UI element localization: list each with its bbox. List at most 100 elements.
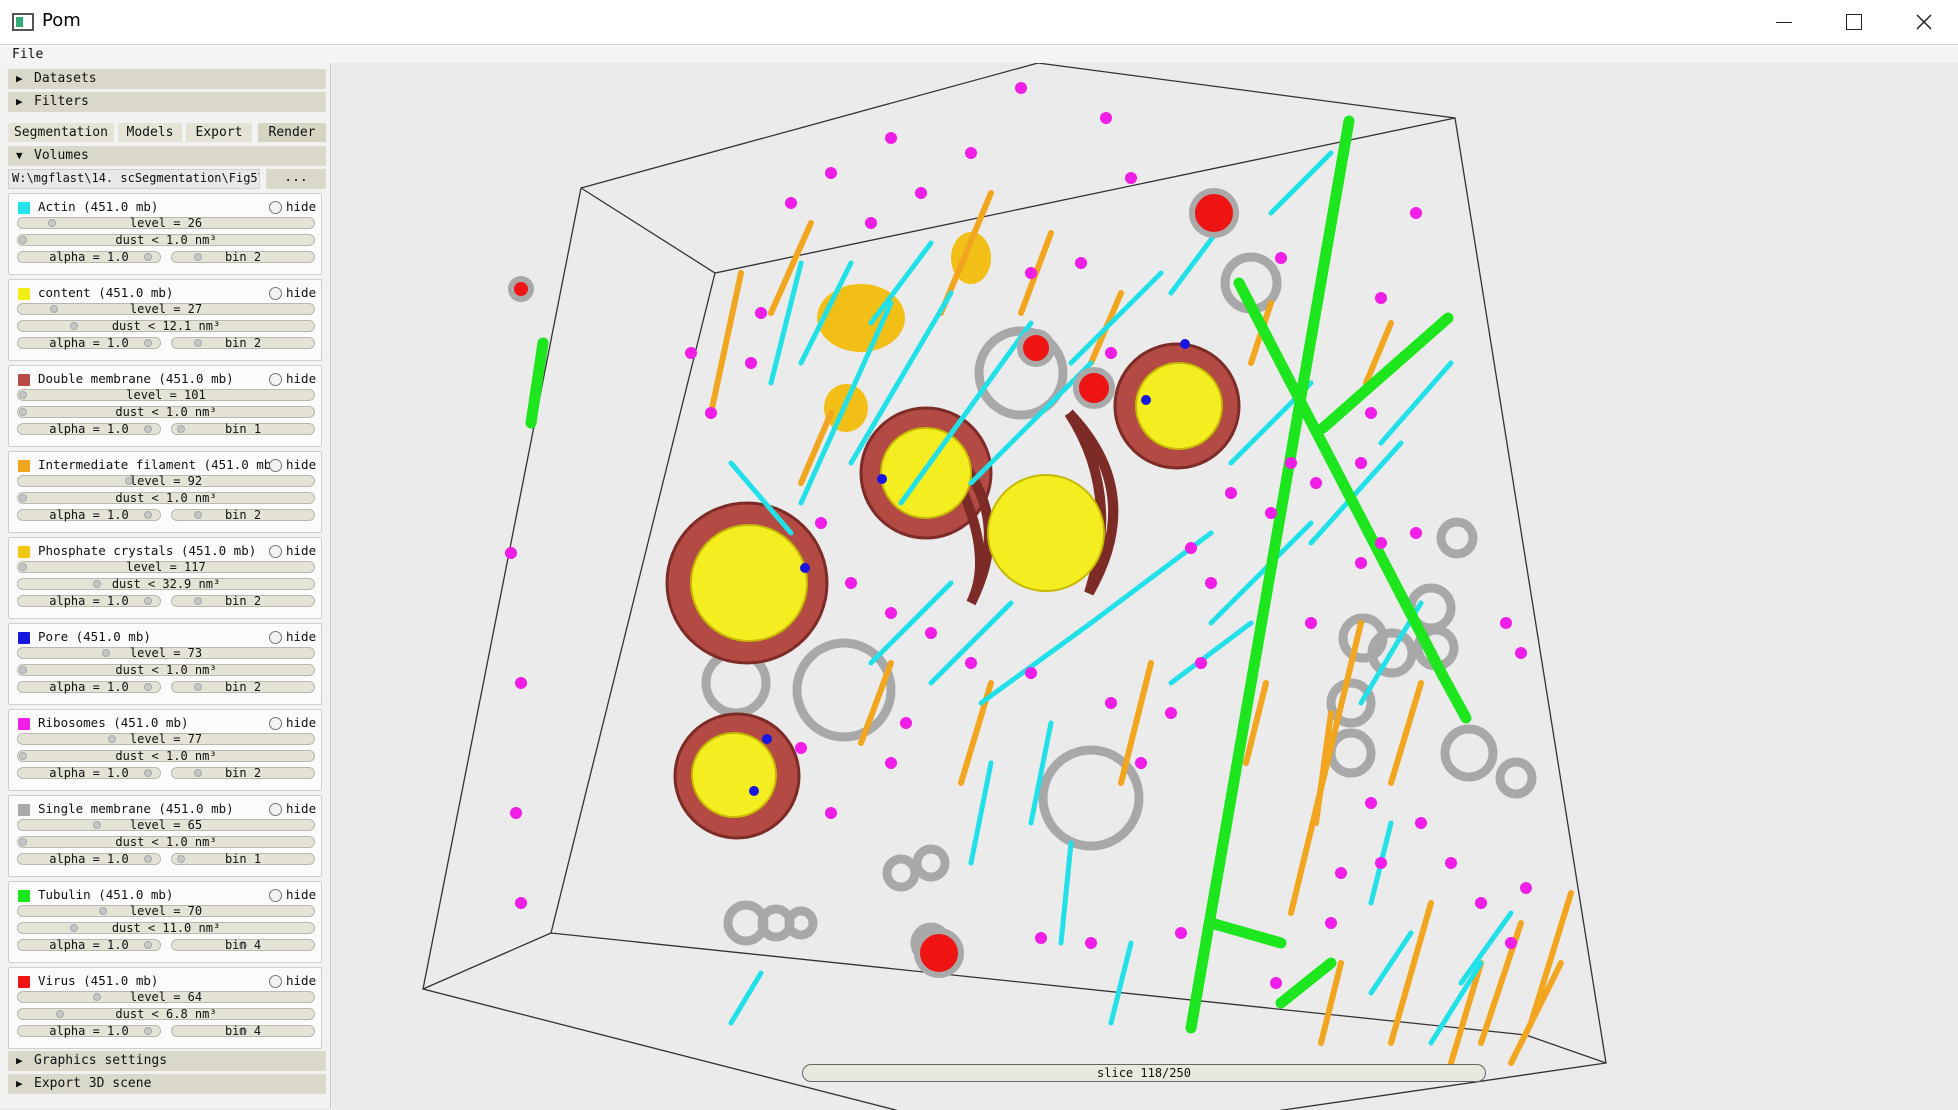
dust-slider-value: dust < 32.9 nm³: [111, 577, 221, 591]
level-slider-value: level = 92: [129, 474, 203, 488]
alpha-slider[interactable]: alpha = 1.0: [17, 852, 161, 866]
hide-radio[interactable]: [269, 975, 282, 988]
level-slider[interactable]: level = 65: [17, 818, 315, 832]
level-slider[interactable]: level = 101: [17, 388, 315, 402]
color-swatch[interactable]: [18, 288, 30, 300]
level-slider-value: level = 64: [129, 990, 203, 1004]
bin-slider[interactable]: bin 2: [171, 680, 315, 694]
dust-slider[interactable]: dust < 6.8 nm³: [17, 1007, 315, 1021]
bin-slider[interactable]: bin 4: [171, 938, 315, 952]
alpha-slider[interactable]: alpha = 1.0: [17, 938, 161, 952]
tab-models[interactable]: Models: [118, 123, 182, 142]
hide-label: hide: [286, 457, 317, 472]
menu-file[interactable]: File: [12, 47, 43, 62]
bin-slider[interactable]: bin 1: [171, 852, 315, 866]
level-slider[interactable]: level = 77: [17, 732, 315, 746]
level-slider-value: level = 70: [129, 904, 203, 918]
bin-slider[interactable]: bin 2: [171, 250, 315, 264]
3d-scene[interactable]: [331, 63, 1958, 1110]
render-viewport[interactable]: [331, 63, 1958, 1110]
volume-item: Single membrane (451.0 mb) hide level = …: [8, 795, 322, 877]
maximize-button[interactable]: [1820, 0, 1888, 44]
hide-radio[interactable]: [269, 631, 282, 644]
color-swatch[interactable]: [18, 718, 30, 730]
color-swatch[interactable]: [18, 976, 30, 988]
collapsed-arrow-icon: ▶: [16, 72, 23, 85]
bin-slider[interactable]: bin 1: [171, 422, 315, 436]
minimize-button[interactable]: [1750, 0, 1818, 44]
hide-radio[interactable]: [269, 889, 282, 902]
hide-radio[interactable]: [269, 287, 282, 300]
level-slider-value: level = 26: [129, 216, 203, 230]
tab-segmentation[interactable]: Segmentation: [8, 123, 114, 142]
level-slider[interactable]: level = 73: [17, 646, 315, 660]
browse-button[interactable]: ...: [266, 169, 326, 189]
alpha-slider[interactable]: alpha = 1.0: [17, 250, 161, 264]
color-swatch[interactable]: [18, 890, 30, 902]
volume-name: Ribosomes (451.0 mb): [38, 715, 189, 730]
alpha-slider[interactable]: alpha = 1.0: [17, 422, 161, 436]
dust-slider[interactable]: dust < 1.0 nm³: [17, 663, 315, 677]
level-slider[interactable]: level = 64: [17, 990, 315, 1004]
color-swatch[interactable]: [18, 804, 30, 816]
level-slider[interactable]: level = 26: [17, 216, 315, 230]
collapsed-arrow-icon: ▶: [16, 1054, 23, 1067]
tab-render[interactable]: Render: [258, 123, 326, 142]
dust-slider[interactable]: dust < 12.1 nm³: [17, 319, 315, 333]
volume-name: Single membrane (451.0 mb): [38, 801, 234, 816]
alpha-slider[interactable]: alpha = 1.0: [17, 336, 161, 350]
graphics-settings-header[interactable]: ▶ Graphics settings: [8, 1051, 326, 1071]
dust-slider[interactable]: dust < 1.0 nm³: [17, 405, 315, 419]
dust-slider[interactable]: dust < 1.0 nm³: [17, 233, 315, 247]
color-swatch[interactable]: [18, 460, 30, 472]
export-3d-header[interactable]: ▶ Export 3D scene: [8, 1074, 326, 1094]
dust-slider[interactable]: dust < 11.0 nm³: [17, 921, 315, 935]
color-swatch[interactable]: [18, 202, 30, 214]
alpha-slider-value: alpha = 1.0: [49, 938, 129, 952]
bin-slider[interactable]: bin 2: [171, 766, 315, 780]
dust-slider[interactable]: dust < 1.0 nm³: [17, 491, 315, 505]
volume-name: content (451.0 mb): [38, 285, 174, 300]
slice-slider[interactable]: slice 118/250: [802, 1064, 1486, 1082]
hide-radio[interactable]: [269, 201, 282, 214]
color-swatch[interactable]: [18, 374, 30, 386]
hide-radio[interactable]: [269, 545, 282, 558]
dust-slider-value: dust < 1.0 nm³: [115, 663, 217, 677]
alpha-slider[interactable]: alpha = 1.0: [17, 680, 161, 694]
dust-slider[interactable]: dust < 1.0 nm³: [17, 835, 315, 849]
color-swatch[interactable]: [18, 546, 30, 558]
volumes-header[interactable]: ▼ Volumes: [8, 146, 326, 166]
dust-slider[interactable]: dust < 1.0 nm³: [17, 749, 315, 763]
hide-radio[interactable]: [269, 373, 282, 386]
hide-label: hide: [286, 801, 317, 816]
alpha-slider[interactable]: alpha = 1.0: [17, 1024, 161, 1038]
bin-slider-value: bin 1: [224, 422, 262, 436]
close-icon: [1916, 14, 1932, 30]
hide-radio[interactable]: [269, 803, 282, 816]
alpha-slider[interactable]: alpha = 1.0: [17, 508, 161, 522]
collapsed-arrow-icon: ▶: [16, 95, 23, 108]
hide-radio[interactable]: [269, 717, 282, 730]
hide-label: hide: [286, 543, 317, 558]
tab-export[interactable]: Export: [186, 123, 252, 142]
bin-slider[interactable]: bin 2: [171, 594, 315, 608]
dust-slider[interactable]: dust < 32.9 nm³: [17, 577, 315, 591]
volume-item: Ribosomes (451.0 mb) hide level = 77 dus…: [8, 709, 322, 791]
alpha-slider[interactable]: alpha = 1.0: [17, 766, 161, 780]
color-swatch[interactable]: [18, 632, 30, 644]
filters-header[interactable]: ▶ Filters: [8, 92, 326, 112]
hide-radio[interactable]: [269, 459, 282, 472]
volume-path-input[interactable]: W:\mgflast\14. scSegmentation\Fig5\: [8, 169, 260, 189]
level-slider[interactable]: level = 92: [17, 474, 315, 488]
bin-slider[interactable]: bin 2: [171, 508, 315, 522]
datasets-header[interactable]: ▶ Datasets: [8, 69, 326, 89]
bin-slider[interactable]: bin 2: [171, 336, 315, 350]
level-slider[interactable]: level = 117: [17, 560, 315, 574]
alpha-slider[interactable]: alpha = 1.0: [17, 594, 161, 608]
close-button[interactable]: [1890, 0, 1958, 44]
alpha-slider-value: alpha = 1.0: [49, 852, 129, 866]
level-slider[interactable]: level = 27: [17, 302, 315, 316]
bin-slider[interactable]: bin 4: [171, 1024, 315, 1038]
maximize-icon: [1846, 14, 1862, 30]
level-slider[interactable]: level = 70: [17, 904, 315, 918]
